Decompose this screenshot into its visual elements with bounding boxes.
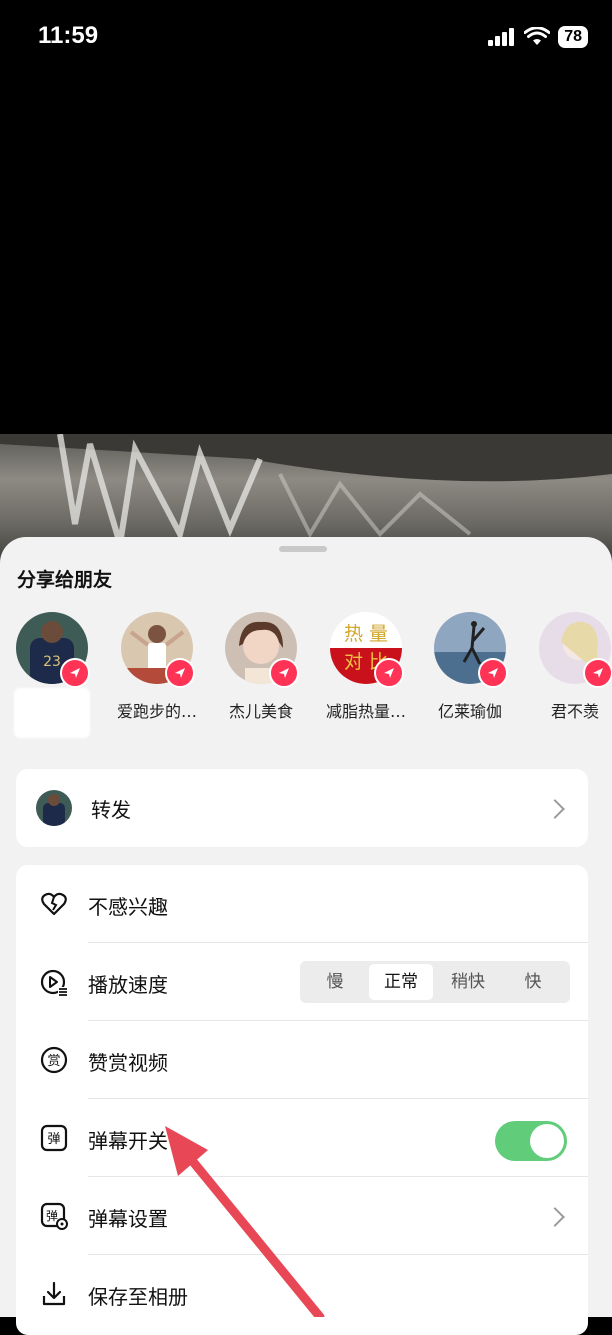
danmaku-toggle[interactable] <box>495 1121 567 1161</box>
svg-text:23: 23 <box>43 654 61 670</box>
friend-item[interactable]: 杰儿美食 <box>209 612 313 722</box>
forward-label: 转发 <box>91 798 131 822</box>
friend-avatar: 23 <box>16 612 90 688</box>
battery-indicator: 78 <box>558 26 588 48</box>
friend-name: 亿莱瑜伽 <box>437 702 502 721</box>
send-icon <box>478 658 508 688</box>
friend-avatar <box>225 612 299 688</box>
wifi-icon <box>524 27 551 45</box>
menu-label: 保存至相册 <box>88 1285 188 1309</box>
menu-label: 赞赏视频 <box>88 1051 168 1075</box>
chevron-right-icon <box>545 799 565 819</box>
send-icon <box>583 658 612 688</box>
menu-danmaku-switch: 弹 弹幕开关 <box>16 1099 588 1177</box>
menu-danmaku-settings[interactable]: 弹 弹幕设置 <box>16 1177 588 1255</box>
speed-option-slow[interactable]: 慢 <box>302 961 368 1003</box>
friend-avatar <box>121 612 195 688</box>
send-icon <box>374 658 404 688</box>
friend-name: 爱跑步的… <box>116 702 197 721</box>
friend-item[interactable]: 爱跑步的… <box>105 612 209 722</box>
download-icon <box>42 1281 66 1306</box>
menu-label: 弹幕开关 <box>88 1129 168 1153</box>
send-icon <box>60 658 90 688</box>
status-icons: 78 <box>488 24 588 50</box>
speed-selector[interactable]: 慢 正常 稍快 快 <box>300 961 570 1003</box>
sheet-drag-handle[interactable] <box>279 546 327 552</box>
signal-icon <box>488 28 515 46</box>
menu-label: 播放速度 <box>88 973 168 997</box>
playback-speed-icon <box>40 969 68 996</box>
forward-avatar <box>36 790 72 826</box>
share-title: 分享给朋友 <box>17 569 113 591</box>
menu-label: 弹幕设置 <box>88 1207 168 1231</box>
speed-option-normal[interactable]: 正常 <box>369 964 433 1000</box>
svg-text:赏: 赏 <box>47 1054 60 1069</box>
avatar-text-top: 热 量 <box>344 623 388 645</box>
share-sheet: 分享给朋友 23 爱跑步的… 杰儿美食 热 量对 比 减脂热量… 亿莱瑜伽 君不… <box>0 537 612 1335</box>
friend-item[interactable]: 23 <box>0 612 104 738</box>
friend-item[interactable]: 君不羡 <box>523 612 612 722</box>
friend-avatar: 热 量对 比 <box>330 612 404 688</box>
friend-avatar <box>434 612 508 688</box>
friend-item[interactable]: 亿莱瑜伽 <box>418 612 522 722</box>
options-menu: 不感兴趣 播放速度 慢 正常 稍快 快 赏 赞赏视频 弹 弹幕开关 弹 弹幕设置… <box>16 865 588 1335</box>
friend-avatar <box>539 612 612 688</box>
menu-playback-speed: 播放速度 慢 正常 稍快 快 <box>16 943 588 1021</box>
broken-heart-icon <box>41 892 67 916</box>
friend-name: 减脂热量… <box>325 702 406 721</box>
friend-name: 杰儿美食 <box>228 702 293 721</box>
danmaku-settings-icon: 弹 <box>40 1202 68 1230</box>
chevron-right-icon <box>545 1207 565 1227</box>
friend-list[interactable]: 23 爱跑步的… 杰儿美食 热 量对 比 减脂热量… 亿莱瑜伽 君不羡 <box>0 612 612 742</box>
send-icon <box>269 658 299 688</box>
svg-text:弹: 弹 <box>46 1209 58 1223</box>
send-icon <box>165 658 195 688</box>
menu-reward-video[interactable]: 赏 赞赏视频 <box>16 1021 588 1099</box>
friend-name: 君不羡 <box>550 702 599 721</box>
friend-item[interactable]: 热 量对 比 减脂热量… <box>314 612 418 722</box>
menu-label: 不感兴趣 <box>88 895 168 919</box>
menu-not-interested[interactable]: 不感兴趣 <box>16 865 588 943</box>
menu-save-album[interactable]: 保存至相册 <box>16 1255 588 1333</box>
speed-option-fast[interactable]: 快 <box>500 961 566 1003</box>
reward-icon: 赏 <box>40 1046 68 1074</box>
forward-row[interactable]: 转发 <box>16 769 588 847</box>
hidden-name <box>14 688 90 738</box>
speed-option-faster[interactable]: 稍快 <box>435 961 501 1003</box>
status-time: 11:59 <box>38 22 99 49</box>
danmaku-icon: 弹 <box>40 1124 68 1152</box>
svg-text:弹: 弹 <box>47 1132 60 1147</box>
status-bar: 11:59 78 <box>0 0 612 70</box>
toggle-knob <box>530 1124 564 1158</box>
